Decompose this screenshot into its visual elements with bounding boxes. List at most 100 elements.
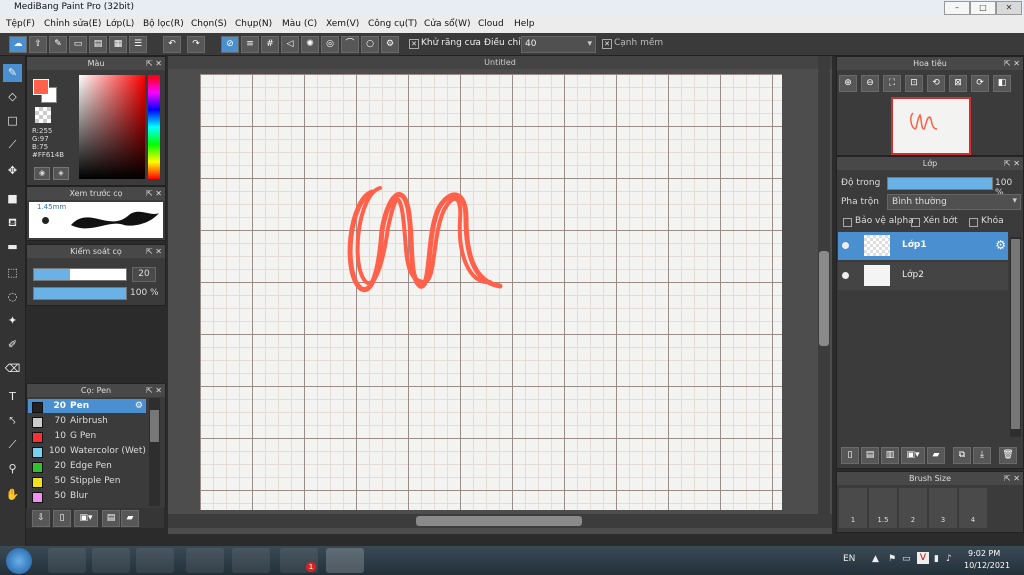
rotate-right-icon[interactable]: ⟳ (971, 75, 989, 92)
select-rect-icon[interactable]: ⬚ (3, 264, 22, 282)
saturation-value-picker[interactable] (79, 75, 145, 179)
merge-layer-icon[interactable]: ⤓ (973, 447, 991, 464)
brush-item-edge-pen[interactable]: 20 Edge Pen (28, 459, 146, 473)
list-icon[interactable]: ☰ (129, 36, 147, 53)
lasso-tool-icon[interactable]: ◌ (3, 288, 22, 306)
chrome-icon[interactable] (186, 548, 224, 573)
menu-layer[interactable]: Lớp(L) (106, 19, 134, 29)
swap-icon[interactable]: ◈ (53, 167, 69, 180)
menu-cloud[interactable]: Cloud (478, 19, 504, 29)
select-eraser-icon[interactable]: ⌫ (3, 360, 22, 378)
coccoc-icon[interactable] (232, 548, 270, 573)
panel-close-icon[interactable]: ⇱ ✕ (146, 57, 162, 70)
flip-icon[interactable]: ◧ (993, 75, 1011, 92)
blend-mode-dropdown[interactable]: Bình thường ▾ (887, 194, 1021, 210)
fill-rect-icon[interactable]: ■ (3, 190, 22, 208)
brush-size-value[interactable]: 20 (132, 267, 156, 282)
select-pen-icon[interactable]: ✐ (3, 336, 22, 354)
grid-snap-icon[interactable]: # (261, 36, 279, 53)
tray-arrow-icon[interactable]: ▲ (872, 554, 879, 564)
visibility-icon[interactable] (842, 272, 849, 279)
duplicate-layer-icon[interactable]: ⧉ (953, 447, 971, 464)
volume-icon[interactable]: ♪ (946, 554, 952, 564)
menu-select[interactable]: Chọn(S) (191, 19, 227, 29)
snap-off-icon[interactable]: ⊘ (221, 36, 239, 53)
add-layer-menu-icon[interactable]: ▣▾ (901, 447, 925, 464)
hand-tool-icon[interactable]: ✋ (3, 486, 22, 504)
panel-close-icon[interactable]: ⇱ ✕ (1004, 472, 1020, 485)
brush-opacity-slider[interactable] (33, 287, 127, 300)
gear-icon[interactable]: ⚙ (135, 399, 143, 413)
trash-icon[interactable]: 🗑 (999, 447, 1017, 464)
flag-icon[interactable]: ⚑ (888, 554, 896, 564)
undo-icon[interactable]: ↶ (163, 36, 181, 53)
gear-icon[interactable]: ⚙ (381, 36, 399, 53)
magic-wand-icon[interactable]: ✦ (3, 312, 22, 330)
brush-item-blur[interactable]: 50 Blur (28, 489, 146, 503)
radial-snap-icon[interactable]: ✺ (301, 36, 319, 53)
panel-close-icon[interactable]: ⇱ ✕ (146, 187, 162, 200)
visibility-icon[interactable] (842, 242, 849, 249)
panel-close-icon[interactable]: ⇱ ✕ (146, 384, 162, 397)
reset-rotate-icon[interactable]: ⊠ (949, 75, 967, 92)
canvas-horizontal-scrollbar[interactable] (168, 514, 832, 528)
menu-view[interactable]: Xem(V) (326, 19, 359, 29)
antialias-checkbox[interactable]: ✕ (409, 39, 419, 49)
canvas-tab[interactable]: Untitled (168, 56, 832, 69)
panel-close-icon[interactable]: ⇱ ✕ (1004, 57, 1020, 70)
menu-tools[interactable]: Công cụ(T) (368, 19, 417, 29)
ie-icon[interactable] (48, 548, 86, 573)
brush-settings-icon[interactable]: ▤ (102, 510, 120, 527)
fit-icon[interactable]: ⛶ (883, 75, 901, 92)
layer-item-lop1[interactable]: Lớp1 ⚙ (838, 232, 1008, 260)
grid-doc-icon[interactable]: ▦ (109, 36, 127, 53)
folder-icon[interactable]: ▰ (121, 510, 139, 527)
start-button[interactable] (6, 548, 32, 574)
move-tool-icon[interactable]: ✥ (3, 162, 22, 180)
menu-file[interactable]: Tệp(F) (6, 19, 35, 29)
add-brush-menu-icon[interactable]: ▣▾ (74, 510, 98, 527)
curve-snap-icon[interactable]: ⌒ (341, 36, 359, 53)
brush-item-gpen[interactable]: 10 G Pen (28, 429, 146, 443)
brush-item-watercolor[interactable]: 100 Watercolor (Wet) (28, 444, 146, 458)
gear-icon[interactable]: ⚙ (995, 238, 1006, 252)
bucket-tool-icon[interactable]: ⛾ (3, 214, 22, 232)
cloud-icon[interactable]: ☁ (9, 36, 27, 53)
layer-opacity-slider[interactable] (887, 177, 993, 190)
eraser-tool-icon[interactable]: ◇ (3, 88, 22, 106)
menu-capture[interactable]: Chụp(N) (235, 19, 272, 29)
menu-help[interactable]: Help (514, 19, 535, 29)
language-indicator[interactable]: EN (843, 554, 855, 564)
network-icon[interactable]: ▮ (934, 554, 939, 564)
smooth-checkbox[interactable]: ✕ (602, 39, 612, 49)
brush-size-cell[interactable]: 3 (929, 488, 957, 528)
brush-size-slider[interactable] (33, 268, 127, 281)
brush-size-cell[interactable]: 4 (959, 488, 987, 528)
vanish-snap-icon[interactable]: ◁ (281, 36, 299, 53)
eyedropper-tool-icon[interactable]: ⟋ (3, 436, 22, 454)
dropper-icon[interactable]: ⚲ (3, 460, 22, 478)
zalo-icon[interactable]: 1 (280, 548, 318, 573)
brush-size-cell[interactable]: 1 (839, 488, 867, 528)
unikey-icon[interactable]: V (917, 552, 929, 564)
rotate-left-icon[interactable]: ⟲ (927, 75, 945, 92)
new-layer-icon[interactable]: ▯ (841, 447, 859, 464)
panel-close-icon[interactable]: ⇱ ✕ (1004, 157, 1020, 170)
brush-item-pen[interactable]: 20 Pen ⚙ (28, 399, 146, 413)
media-icon[interactable] (136, 548, 174, 573)
canvas-vertical-scrollbar[interactable] (818, 56, 830, 516)
medibang-icon[interactable] (326, 548, 364, 573)
export-icon[interactable]: ⇪ (29, 36, 47, 53)
brush-tool-icon[interactable]: ✎ (3, 64, 22, 82)
actual-size-icon[interactable]: ⊡ (905, 75, 923, 92)
line-tool-icon[interactable]: ⟋ (3, 136, 22, 154)
menu-filter[interactable]: Bộ lọc(R) (143, 19, 184, 29)
maximize-button[interactable]: □ (970, 1, 996, 15)
monitor-icon[interactable]: ▭ (902, 554, 911, 564)
zoom-in-icon[interactable]: ⊕ (839, 75, 857, 92)
lock-checkbox[interactable] (969, 218, 978, 227)
transparent-swatch[interactable] (35, 107, 51, 123)
clock-date[interactable]: 10/12/2021 (964, 561, 1010, 570)
brush-list-scrollbar[interactable] (149, 398, 160, 506)
new-halftone-layer-icon[interactable]: ▥ (881, 447, 899, 464)
